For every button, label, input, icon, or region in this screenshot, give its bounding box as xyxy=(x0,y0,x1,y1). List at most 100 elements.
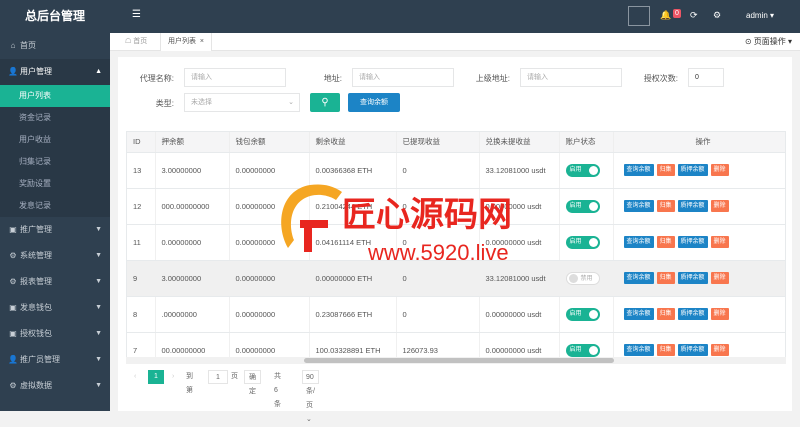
bell-icon[interactable]: 🔔 xyxy=(660,10,671,21)
collect-button[interactable]: 归集 xyxy=(656,272,675,284)
sidebar-item[interactable]: ▣ 授权钱包 ▼ xyxy=(0,321,110,347)
sidebar-item[interactable]: ⚙ 系统管理 ▼ xyxy=(0,243,110,269)
address-input[interactable]: 请输入 xyxy=(352,68,454,87)
query-balance-button[interactable]: 查询余额 xyxy=(348,93,400,112)
pledge-balance-button[interactable]: 质押余额 xyxy=(677,200,708,212)
delete-button[interactable]: 删除 xyxy=(710,308,729,320)
sidebar-subitem[interactable]: 归集记录 xyxy=(0,151,110,173)
page-number-input[interactable]: 1 xyxy=(208,370,228,384)
collect-button[interactable]: 归集 xyxy=(656,236,675,248)
toggle-knob xyxy=(588,201,598,211)
close-icon[interactable]: × xyxy=(200,38,204,45)
cell-wallet: 0.00000000 xyxy=(229,188,310,225)
status-toggle-label: 启用 xyxy=(569,346,582,353)
tab-home[interactable]: ☖ 首页 xyxy=(118,33,154,51)
agent-input[interactable]: 请输入 xyxy=(184,68,286,87)
status-toggle-label: 启用 xyxy=(569,166,582,173)
pledge-balance-button[interactable]: 质押余额 xyxy=(677,272,708,284)
query-balance-row-button[interactable]: 查询余额 xyxy=(623,272,654,284)
search-box[interactable] xyxy=(628,6,650,26)
table-row: 9 3.00000000 0.00000000 0.00000000 ETH 0 33.1… xyxy=(127,260,785,297)
sidebar-item[interactable]: 👤 用户管理 ▲ xyxy=(0,59,110,85)
status-toggle[interactable]: 启用 xyxy=(565,343,600,357)
sidebar-item[interactable]: ⚙ 报表管理 ▼ xyxy=(0,269,110,295)
cell-wallet: 0.00000000 xyxy=(229,260,310,297)
collect-button[interactable]: 归集 xyxy=(656,200,675,212)
status-toggle[interactable]: 禁用 xyxy=(565,271,600,285)
cell-remain: 0.23087666 ETH xyxy=(309,296,397,333)
column-header: 已提现收益 xyxy=(396,132,480,153)
status-toggle[interactable]: 启用 xyxy=(565,307,600,321)
sidebar-subitem[interactable]: 奖励设置 xyxy=(0,173,110,195)
cell-status: 启用 xyxy=(559,152,614,189)
pledge-balance-button[interactable]: 质押余额 xyxy=(677,164,708,176)
prev-page-icon[interactable]: ‹ xyxy=(134,370,136,384)
sidebar-subitem-label: 用户列表 xyxy=(19,91,51,100)
menu-toggle-icon[interactable]: ☰ xyxy=(132,9,141,20)
user-menu[interactable]: admin ▾ xyxy=(746,11,774,20)
cell-wallet: 0.00000000 xyxy=(229,224,310,261)
search-button[interactable]: ⚲ xyxy=(310,93,340,112)
collect-button[interactable]: 归集 xyxy=(656,344,675,356)
tab-user-list[interactable]: 用户列表 × xyxy=(160,33,212,51)
status-toggle[interactable]: 启用 xyxy=(565,199,600,213)
delete-button[interactable]: 删除 xyxy=(710,236,729,248)
sidebar-subitem[interactable]: 发息记录 xyxy=(0,195,110,217)
goto-label: 到第 xyxy=(186,373,193,394)
delete-button[interactable]: 删除 xyxy=(710,272,729,284)
horizontal-scrollbar[interactable] xyxy=(126,357,786,364)
per-page-value: 90 条/页 xyxy=(306,374,315,409)
cell-remain: 0.04161114 ETH xyxy=(309,224,397,261)
sidebar-item-label: 授权钱包 xyxy=(20,329,52,338)
tab-home-label: 首页 xyxy=(133,38,148,45)
query-balance-row-button[interactable]: 查询余额 xyxy=(623,344,654,356)
collect-button[interactable]: 归集 xyxy=(656,164,675,176)
sidebar-item[interactable]: ▣ 发息钱包 ▼ xyxy=(0,295,110,321)
query-balance-row-button[interactable]: 查询余额 xyxy=(623,164,654,176)
sidebar-subitem-label: 奖励设置 xyxy=(19,179,51,188)
query-balance-row-button[interactable]: 查询余额 xyxy=(623,308,654,320)
delete-button[interactable]: 删除 xyxy=(710,344,729,356)
scrollbar-thumb[interactable] xyxy=(304,358,614,363)
sidebar-subitem[interactable]: 用户收益 xyxy=(0,129,110,151)
type-select-value: 未选择 xyxy=(191,99,212,106)
auth-count-input[interactable]: 0 xyxy=(688,68,724,87)
sidebar-item[interactable]: ⚙ 虚拟数据 ▼ xyxy=(0,373,110,399)
sidebar-subitem-label: 用户收益 xyxy=(19,135,51,144)
pledge-balance-button[interactable]: 质押余额 xyxy=(677,344,708,356)
confirm-page-button[interactable]: 确定 xyxy=(244,370,261,395)
settings-icon[interactable]: ⚙ xyxy=(713,10,721,21)
delete-button[interactable]: 删除 xyxy=(710,200,729,212)
sidebar-item[interactable]: ⌂ 首页 xyxy=(0,33,110,59)
cell-exchange: 0.00000000 usdt xyxy=(479,332,560,358)
pledge-balance-button[interactable]: 质押余额 xyxy=(677,308,708,320)
chevron-down-icon: ▼ xyxy=(95,278,102,285)
column-header: 押余额 xyxy=(155,132,230,153)
table-row: 13 3.00000000 0.00000000 0.00366368 ETH 0 33.… xyxy=(127,152,785,189)
delete-button[interactable]: 删除 xyxy=(710,164,729,176)
parent-input[interactable]: 请输入 xyxy=(520,68,622,87)
status-toggle[interactable]: 启用 xyxy=(565,235,600,249)
collect-button[interactable]: 归集 xyxy=(656,308,675,320)
status-toggle[interactable]: 启用 xyxy=(565,163,600,177)
cell-pledge: 00.00000000 xyxy=(155,332,230,358)
refresh-icon[interactable]: ⟳ xyxy=(690,10,698,21)
type-select[interactable]: 未选择 ⌄ xyxy=(184,93,300,112)
query-balance-row-button[interactable]: 查询余额 xyxy=(623,236,654,248)
per-page-select[interactable]: 90 条/页 ⌄ xyxy=(302,370,319,423)
cell-pledge: .00000000 xyxy=(155,296,230,333)
sidebar-item[interactable]: 👤 推广员管理 ▼ xyxy=(0,347,110,373)
next-page-icon[interactable]: › xyxy=(172,370,174,384)
home-icon: ☖ xyxy=(125,38,132,45)
chevron-down-icon: ⌄ xyxy=(288,99,294,106)
page-ops-button[interactable]: ⊙ 页面操作 ▾ xyxy=(745,33,792,51)
status-toggle-label: 启用 xyxy=(569,202,582,209)
sidebar-subitem[interactable]: 用户列表 xyxy=(0,85,110,107)
query-balance-row-button[interactable]: 查询余额 xyxy=(623,200,654,212)
sidebar-subitem[interactable]: 资金记录 xyxy=(0,107,110,129)
sidebar-item-label: 发息钱包 xyxy=(20,303,52,312)
pledge-balance-button[interactable]: 质押余额 xyxy=(677,236,708,248)
tab-user-list-label: 用户列表 xyxy=(168,38,196,45)
sidebar-item[interactable]: ▣ 推广管理 ▼ xyxy=(0,217,110,243)
page-1-button[interactable]: 1 xyxy=(148,370,164,384)
